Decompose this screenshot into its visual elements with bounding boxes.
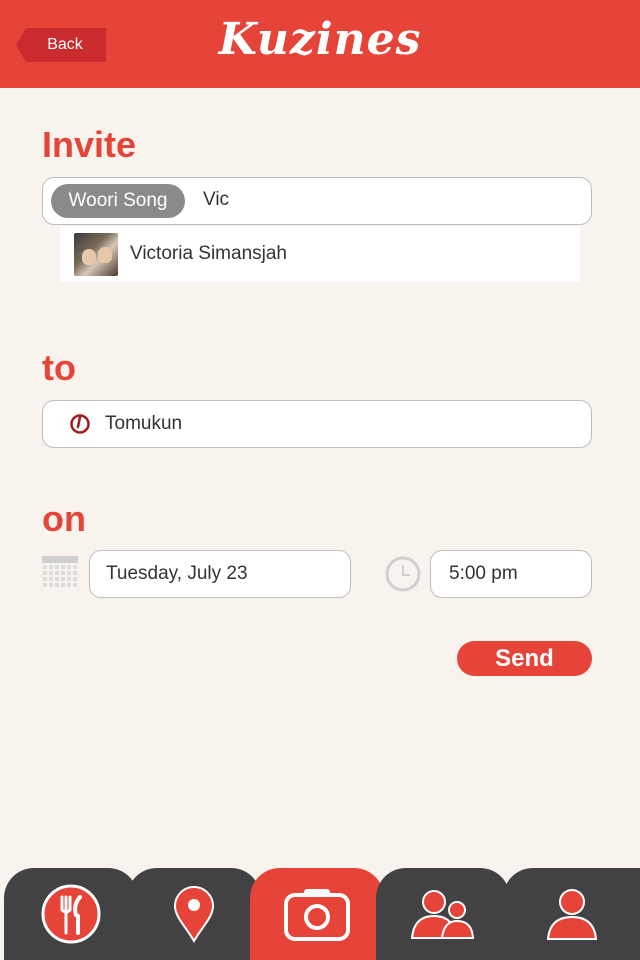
suggestion-name: Victoria Simansjah [130, 243, 288, 264]
time-value: 5:00 pm [449, 563, 518, 584]
calendar-icon [42, 556, 78, 587]
time-field[interactable]: 5:00 pm [430, 550, 592, 598]
tab-camera[interactable] [250, 868, 384, 960]
invite-heading: Invite [42, 124, 137, 165]
to-heading: to [42, 347, 76, 388]
restaurant-logo-icon [70, 414, 90, 434]
profile-icon [546, 889, 597, 940]
invitee-chip[interactable]: Woori Song [51, 184, 185, 218]
clock-icon [385, 556, 421, 592]
date-field[interactable]: Tuesday, July 23 [89, 550, 351, 598]
friends-icon [410, 890, 475, 939]
place-field[interactable]: Tomukun [42, 400, 592, 448]
send-button[interactable]: Send [457, 641, 592, 676]
on-heading: on [42, 498, 86, 539]
invite-input[interactable]: Woori Song Vic [42, 177, 592, 225]
tab-location[interactable] [127, 868, 261, 960]
avatar [74, 233, 118, 276]
app-logo: Kuzines [218, 14, 422, 65]
suggestion-item[interactable]: Victoria Simansjah [60, 226, 580, 282]
tab-bar [0, 868, 640, 960]
dining-icon [41, 884, 101, 944]
tab-friends[interactable] [376, 868, 510, 960]
date-value: Tuesday, July 23 [106, 563, 248, 584]
app-header: Back Kuzines [0, 0, 640, 88]
invite-typed-text: Vic [203, 189, 230, 210]
tab-dining[interactable] [4, 868, 138, 960]
location-pin-icon [173, 886, 215, 943]
place-name: Tomukun [105, 413, 183, 434]
tab-profile[interactable] [503, 868, 640, 960]
camera-icon [284, 889, 350, 941]
